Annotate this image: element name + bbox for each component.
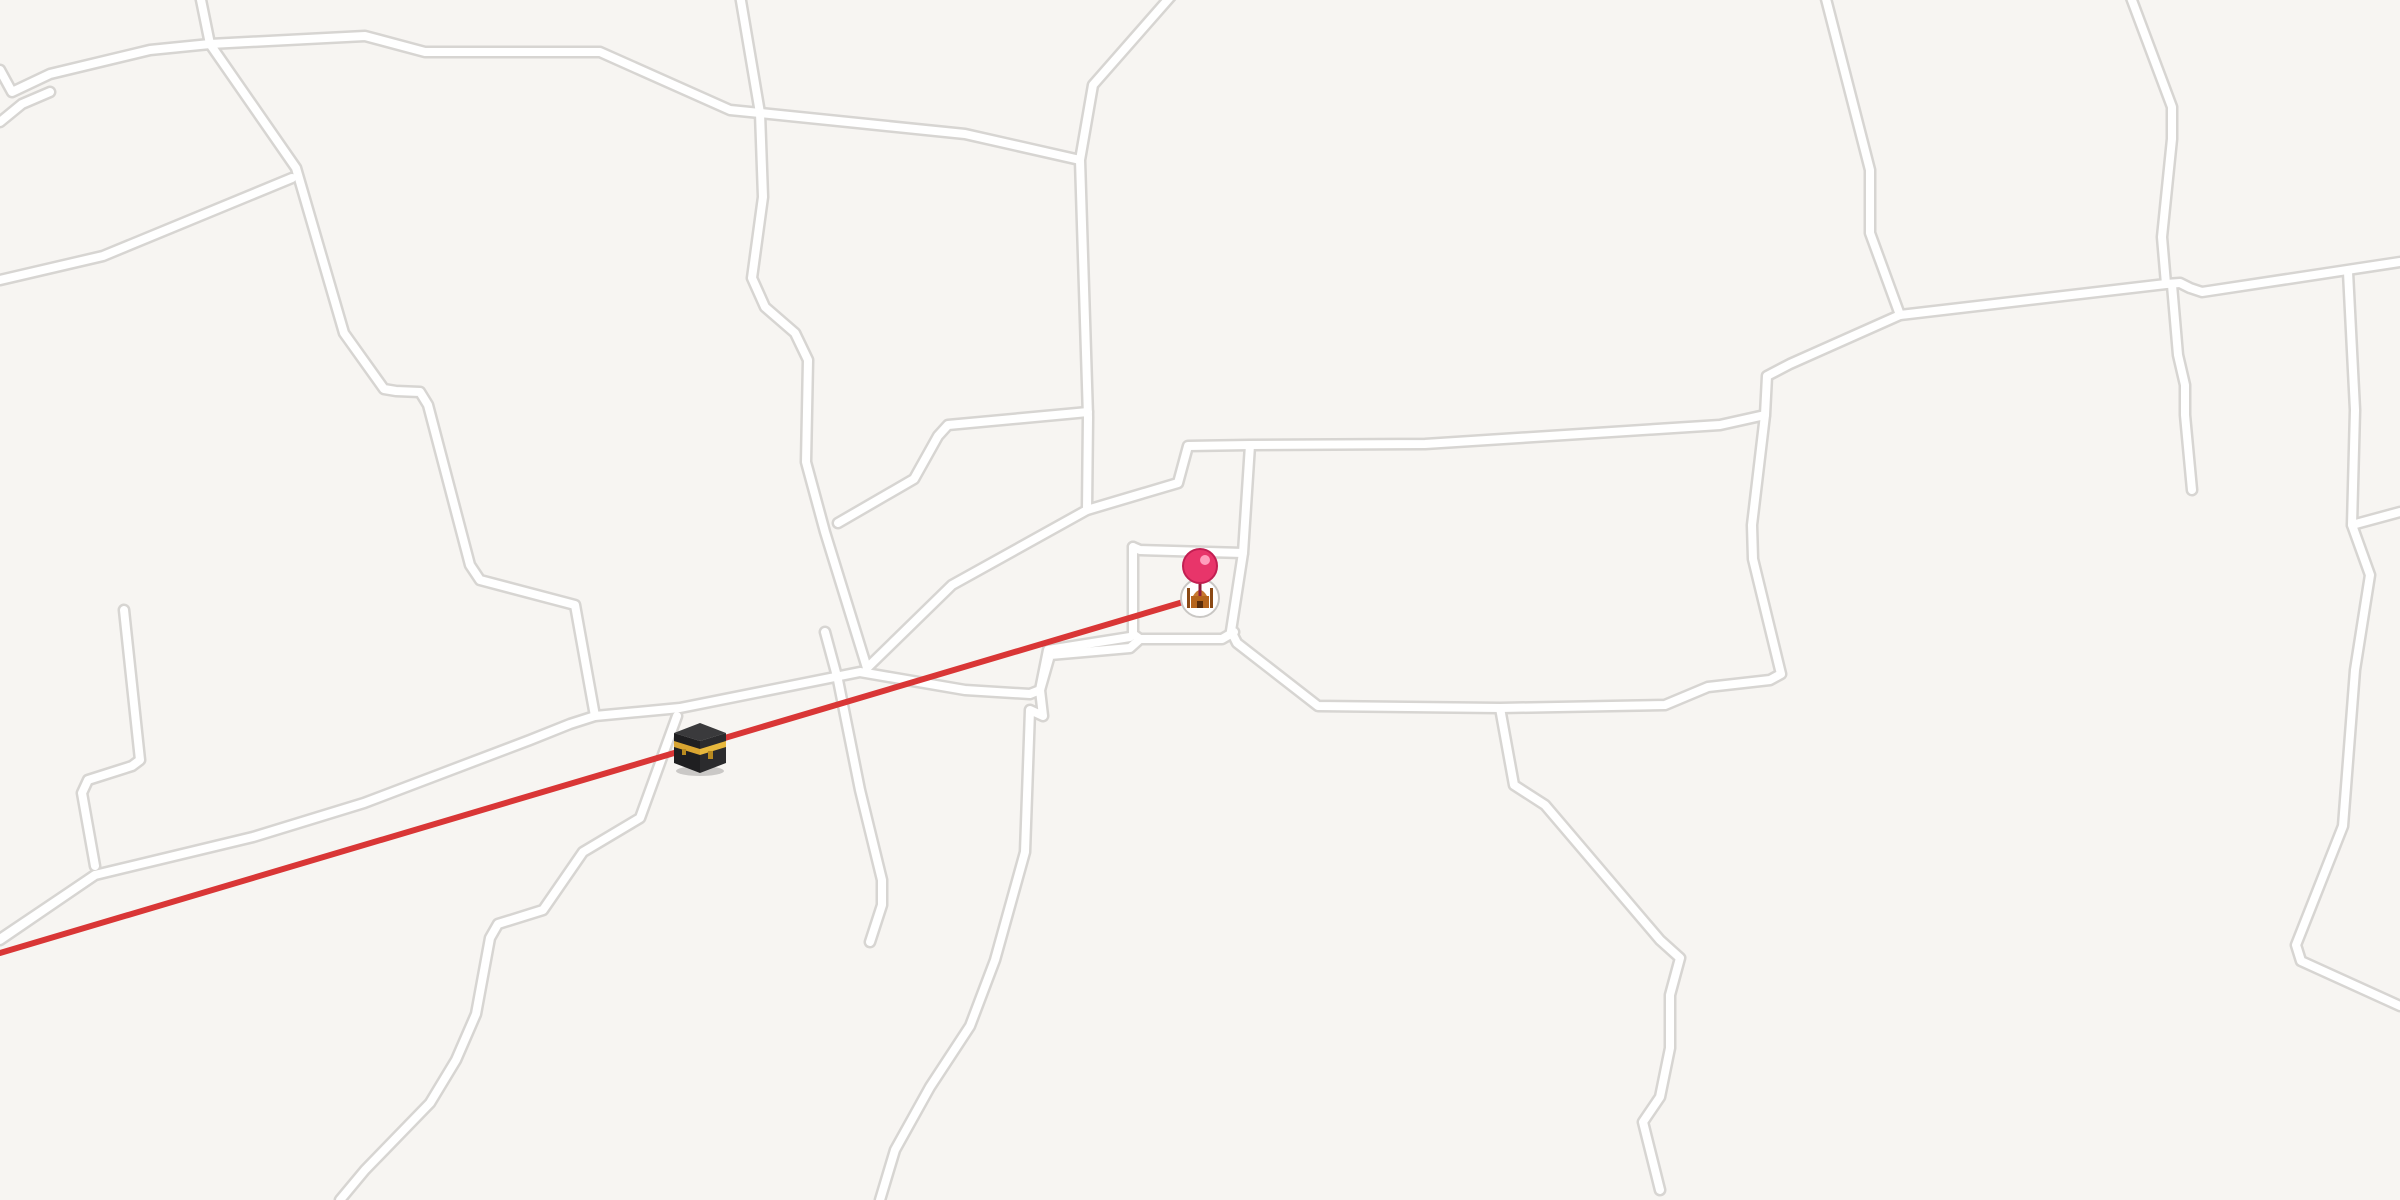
- road-segment: [1083, 258, 2400, 514]
- road-casing-segment: [1080, 255, 2400, 517]
- qibla-direction-line: [0, 594, 1203, 956]
- map-view[interactable]: [0, 0, 2400, 1200]
- road-casing-segment: [1224, 408, 1788, 715]
- map-canvas[interactable]: [0, 0, 2400, 1200]
- road-casing-segment: [1493, 701, 1687, 1197]
- road-casing-segment: [203, 0, 767, 120]
- kaaba-icon[interactable]: [674, 723, 726, 776]
- road-casing-segment: [873, 683, 1050, 1200]
- road-segment: [2168, 281, 2196, 494]
- road-segment: [1227, 411, 1785, 712]
- road-segment: [756, 0, 1173, 164]
- road-casing-segment: [831, 405, 1095, 530]
